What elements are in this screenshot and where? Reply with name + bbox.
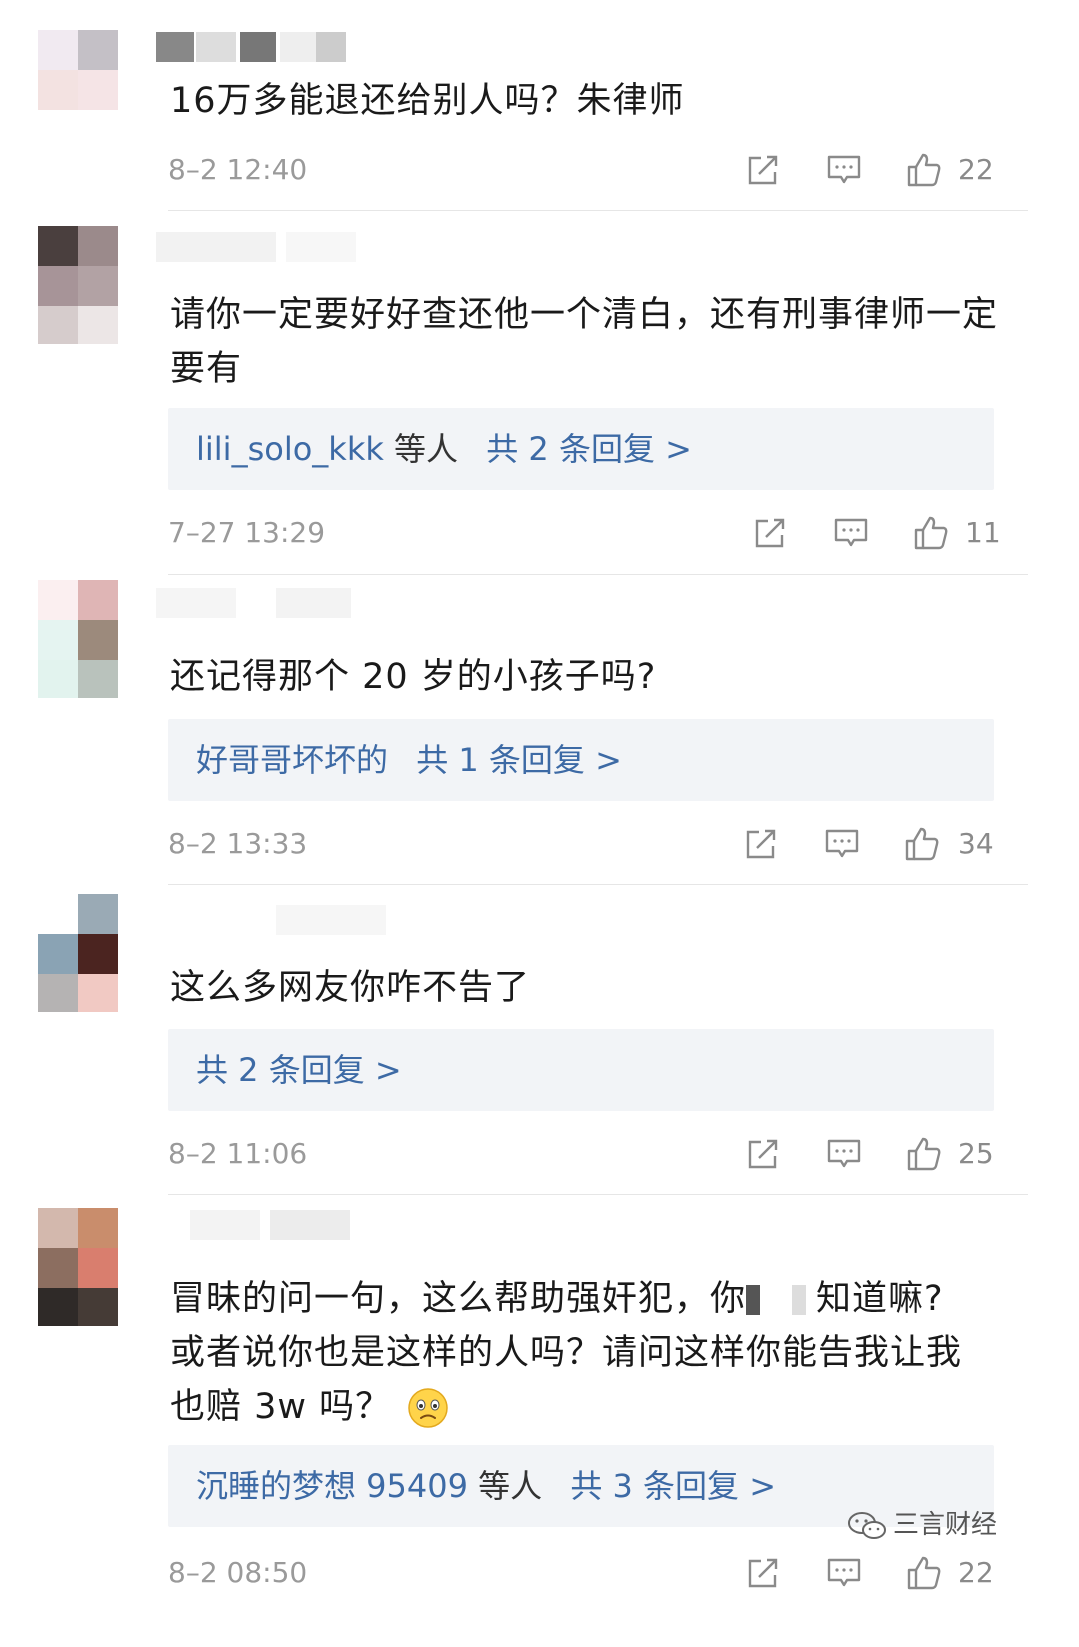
reply-etc: 等人 (394, 430, 459, 468)
reply-count-link[interactable]: 共 2 条回复 > (196, 1051, 402, 1089)
comment-meta: 8–2 13:33 34 (168, 824, 1008, 864)
comment-text: 16万多能退还给别人吗？朱律师 (170, 81, 685, 121)
username[interactable] (190, 1210, 360, 1240)
username[interactable] (156, 905, 456, 935)
reply-count-link[interactable]: 共 2 条回复 > (486, 430, 692, 468)
reply-etc: 等人 (478, 1467, 543, 1505)
reply-summary[interactable]: lili_solo_kkk 等人 共 2 条回复 > (168, 408, 994, 490)
comment-text: 请你一定要好好查还他一个清白，还有刑事律师一定要有 (170, 295, 999, 389)
avatar[interactable] (38, 0, 122, 118)
like-count: 11 (965, 516, 1001, 549)
divider (168, 1194, 1028, 1195)
share-icon[interactable] (745, 1555, 781, 1591)
comment-time: 8–2 08:50 (168, 1556, 308, 1589)
share-icon[interactable] (745, 152, 781, 188)
avatar[interactable] (38, 1208, 122, 1326)
reply-summary[interactable]: 共 2 条回复 > (168, 1029, 994, 1111)
reply-user[interactable]: 好哥哥坏坏的 (196, 741, 388, 779)
thumbs-up-icon[interactable] (906, 1555, 942, 1591)
like-count: 22 (958, 153, 994, 186)
avatar[interactable] (38, 894, 122, 1012)
like-count: 22 (958, 1556, 994, 1589)
comment-time: 8–2 13:33 (168, 827, 308, 860)
comment-time: 7–27 13:29 (168, 516, 326, 549)
comment-meta: 7–27 13:29 11 (168, 513, 1008, 553)
watermark-label: 三言财经 (892, 1510, 997, 1540)
like-count: 34 (958, 827, 994, 860)
wechat-icon (847, 1510, 887, 1542)
thumbs-up-icon[interactable] (913, 515, 949, 551)
thumbs-up-icon[interactable] (906, 1136, 942, 1172)
divider (168, 884, 1028, 885)
comment-text: 冒昧的问一句，这么帮助强奸犯，你 知道嘛? 或者说你也是这样的人吗？请问这样你能告… (170, 1272, 1010, 1434)
comment-line: 冒昧的问一句，这么帮助强奸犯，你 知道嘛? (170, 1279, 944, 1319)
like-count: 25 (958, 1137, 994, 1170)
divider (168, 210, 1028, 211)
watermark: 三言财经 (847, 1505, 997, 1545)
comment-icon[interactable] (824, 826, 860, 862)
comment-meta: 8–2 08:50 22 (168, 1553, 1008, 1593)
reply-summary[interactable]: 好哥哥坏坏的 共 1 条回复 > (168, 719, 994, 801)
comment-line: 或者说你也是这样的人吗？请问这样你能告我让我 (170, 1333, 963, 1373)
username[interactable] (156, 588, 356, 618)
comment-line: 也赔 3w 吗？ (170, 1380, 1010, 1434)
share-icon[interactable] (745, 1136, 781, 1172)
divider (168, 574, 1028, 575)
comment-text: 这么多网友你咋不告了 (170, 968, 531, 1008)
reply-user[interactable]: lili_solo_kkk (196, 430, 384, 468)
share-icon[interactable] (743, 826, 779, 862)
comment-time: 8–2 11:06 (168, 1137, 308, 1170)
avatar[interactable] (38, 580, 122, 698)
comment-icon[interactable] (833, 515, 869, 551)
thumbs-up-icon[interactable] (906, 152, 942, 188)
reply-count-link[interactable]: 共 1 条回复 > (416, 741, 622, 779)
sad-face-emoji-icon (407, 1387, 449, 1429)
comment-time: 8–2 12:40 (168, 153, 308, 186)
reply-user[interactable]: 沉睡的梦想 95409 (196, 1467, 468, 1505)
comment-icon[interactable] (826, 1555, 862, 1591)
username[interactable] (156, 32, 356, 62)
comment-icon[interactable] (826, 152, 862, 188)
comment-text: 还记得那个 20 岁的小孩子吗? (170, 657, 657, 697)
comment-meta: 8–2 12:40 22 (168, 150, 1008, 190)
censored-block (746, 1285, 817, 1315)
share-icon[interactable] (752, 515, 788, 551)
reply-count-link[interactable]: 共 3 条回复 > (570, 1467, 776, 1505)
comment-icon[interactable] (826, 1136, 862, 1172)
thumbs-up-icon[interactable] (904, 826, 940, 862)
comment-meta: 8–2 11:06 25 (168, 1134, 1008, 1174)
avatar[interactable] (38, 226, 122, 344)
username[interactable] (156, 232, 356, 262)
